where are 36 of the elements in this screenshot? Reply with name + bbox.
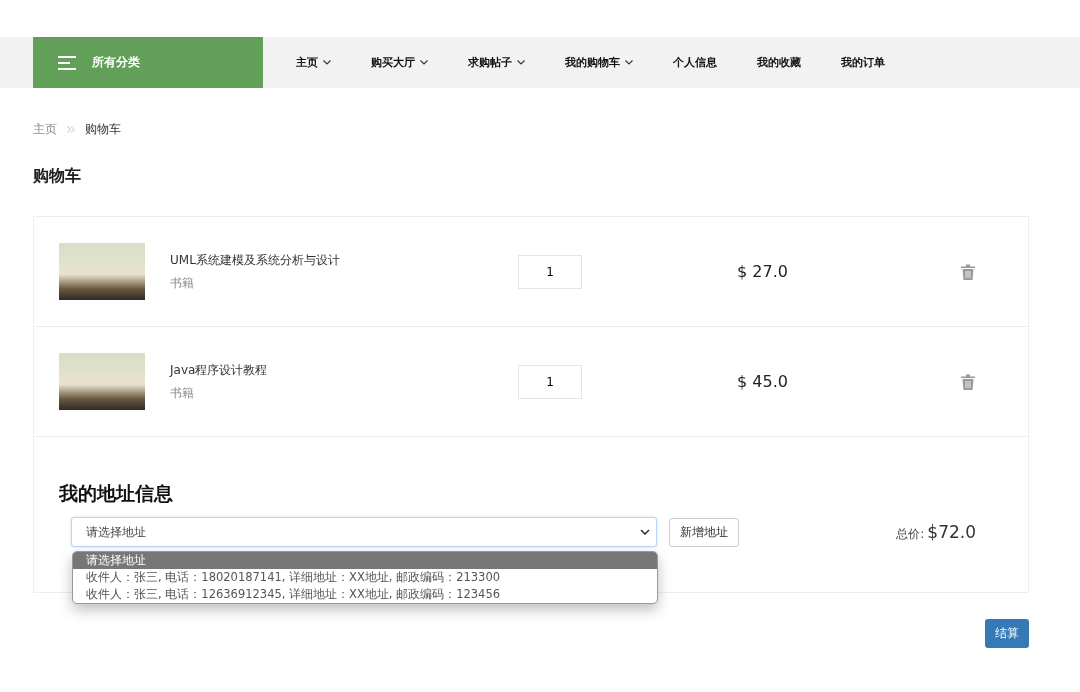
chevron-down-icon xyxy=(517,60,525,65)
product-category: 书籍 xyxy=(170,384,195,402)
nav-link[interactable]: 我的收藏 xyxy=(757,55,801,70)
total-value: $72.0 xyxy=(927,521,976,542)
dropdown-option[interactable]: 收件人：张三, 电话：12636912345, 详细地址：XX地址, 邮政编码：123456 xyxy=(73,586,657,603)
trash-icon[interactable] xyxy=(961,263,975,280)
nav-link[interactable]: 求购帖子 xyxy=(468,55,525,70)
breadcrumb-link[interactable]: 主页 xyxy=(33,121,57,138)
dropdown-option[interactable]: 请选择地址 xyxy=(73,552,657,569)
nav-link[interactable]: 购买大厅 xyxy=(371,55,428,70)
quantity-field[interactable]: 1 xyxy=(518,254,582,289)
product-name[interactable]: Java程序设计教程 xyxy=(170,361,515,379)
product-name[interactable]: UML系统建模及系统分析与设计 xyxy=(170,251,515,269)
section-heading: 我的地址信息 xyxy=(59,481,174,506)
nav-link[interactable]: 我的订单 xyxy=(841,55,885,70)
nav-link[interactable]: 我的购物车 xyxy=(565,55,633,70)
checkout-button[interactable]: 结算 xyxy=(985,619,1029,648)
chevron-down-icon xyxy=(640,529,650,535)
address-select[interactable]: 请选择地址 xyxy=(71,517,657,547)
nav-link[interactable]: 主页 xyxy=(296,55,331,70)
quantity-field[interactable]: 1 xyxy=(518,364,582,399)
chevron-down-icon xyxy=(420,60,428,65)
menu-icon xyxy=(58,55,76,70)
trash-icon[interactable] xyxy=(961,373,975,390)
chevron-right-icon xyxy=(67,126,75,133)
chevron-down-icon xyxy=(625,60,633,65)
product-price: $ 45.0 xyxy=(737,372,789,391)
dropdown-option[interactable]: 收件人：张三, 电话：18020187141, 详细地址：XX地址, 邮政编码：213300 xyxy=(73,569,657,586)
product-category: 书籍 xyxy=(170,274,195,292)
total-label: 总价: xyxy=(896,525,925,543)
chevron-down-icon xyxy=(323,60,331,65)
breadcrumb-link[interactable]: 购物车 xyxy=(85,121,121,138)
product-price: $ 27.0 xyxy=(737,262,789,281)
page-title: 购物车 xyxy=(33,166,82,187)
nav-link[interactable]: 个人信息 xyxy=(673,55,717,70)
add-address-button[interactable]: 新增地址 xyxy=(669,517,739,547)
